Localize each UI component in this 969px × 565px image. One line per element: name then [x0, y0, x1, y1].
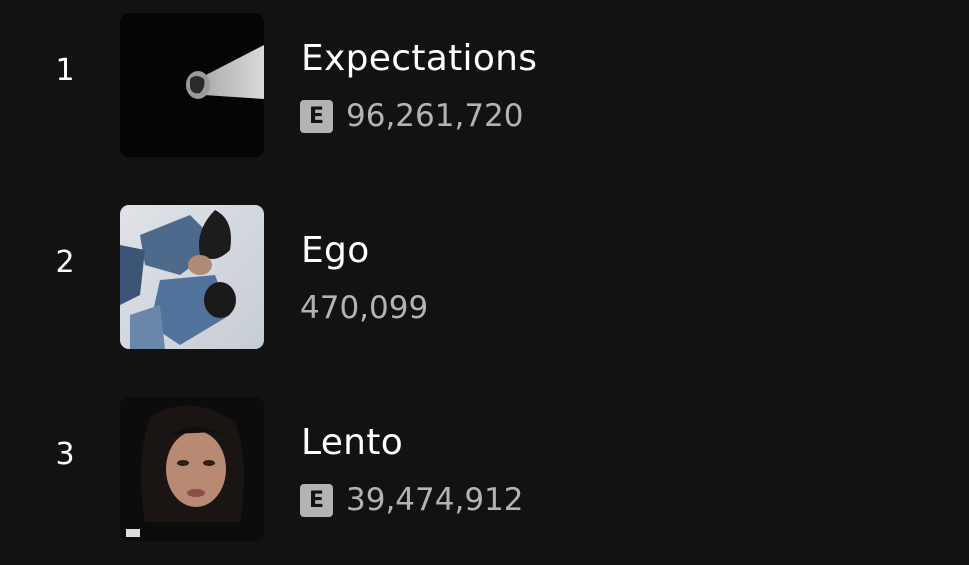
track-meta: 470,099: [300, 290, 428, 326]
play-count: 39,474,912: [346, 482, 524, 518]
track-title[interactable]: Ego: [301, 230, 370, 271]
play-count: 470,099: [300, 290, 429, 326]
track-rank: 3: [55, 437, 75, 472]
track-row[interactable]: 2 Ego 470,099: [0, 192, 969, 349]
album-cover[interactable]: [120, 397, 264, 541]
track-row[interactable]: 1 Expectations E 96,261,720: [0, 0, 969, 157]
track-title[interactable]: Expectations: [301, 38, 537, 79]
album-cover[interactable]: [120, 13, 264, 157]
popular-tracks-list: 1 Expectations E 96,261,720 2 Ego 470,09…: [0, 0, 969, 565]
explicit-badge: E: [300, 483, 333, 517]
track-meta: E 39,474,912: [300, 482, 524, 518]
track-title[interactable]: Lento: [301, 422, 403, 463]
track-rank: 1: [55, 53, 75, 88]
track-rank: 2: [55, 245, 75, 280]
explicit-badge: E: [300, 99, 333, 133]
track-row[interactable]: 3 Lento E 39,474,912: [0, 384, 969, 541]
play-count: 96,261,720: [346, 98, 524, 134]
track-meta: E 96,261,720: [300, 98, 524, 134]
album-cover[interactable]: [120, 205, 264, 349]
